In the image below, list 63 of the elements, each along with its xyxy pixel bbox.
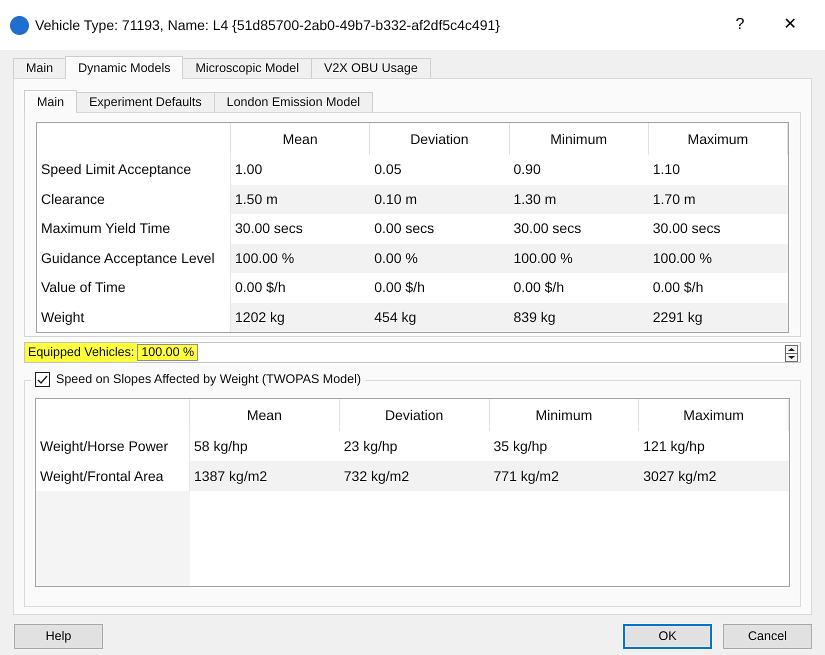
row-header: Speed Limit Acceptance [37,155,231,184]
table-cell-text: 0.00 $/h [512,278,566,298]
window-title: Vehicle Type: 71193, Name: L4 {51d85700-2ab0-49b7-b332-af2df5c4c491} [35,16,500,35]
table-cell-text: 30.00 secs [652,219,722,238]
column-header: Mean [231,123,370,155]
column-header: Mean [190,399,340,431]
table-cell-text: 58 kg/hp [193,436,249,456]
table-cell: 771 kg/m2 [490,461,640,491]
tab[interactable]: London Emission Model [214,92,374,112]
tab[interactable]: Dynamic Models [65,56,184,79]
column-header: Deviation [340,399,490,431]
tab[interactable]: Experiment Defaults [76,92,215,112]
app-logo-icon [10,16,29,34]
table-cell-text: 1.00 [234,160,264,180]
table-cell-text: 0.00 secs [373,219,436,238]
column-header: Maximum [648,123,788,155]
table-cell-text: 30.00 secs [512,219,582,238]
row-header: Weight/Horse Power [36,431,190,461]
table-cell-text: 0.05 [373,160,402,180]
row-header: Maximum Yield Time [37,214,231,244]
table-cell-text: 0.00 $/h [373,278,426,298]
table-cell: 100.00 % [231,244,370,273]
tab[interactable]: Main [13,58,66,78]
column-header: Maximum [639,399,789,431]
field-label: Equipped Vehicles: [25,343,138,362]
row-header: Value of Time [37,273,231,302]
checkbox-label: Speed on Slopes Affected by Weight (TWOPAS Model) [56,371,362,388]
checkbox[interactable] [35,372,50,387]
table-cell: 0.10 m [370,184,510,214]
column-header: Deviation [370,123,510,155]
column-header: Minimum [490,399,640,431]
table-cell: 454 kg [370,302,510,332]
table-cell: 100.00 % [510,244,649,273]
table-cell: 732 kg/m2 [340,461,490,491]
number-field[interactable]: 100.00 % [137,344,198,361]
table-cell: 1.30 m [510,184,649,214]
table-cell-text: 121 kg/hp [642,436,706,456]
dialog-button[interactable]: Cancel [723,624,812,649]
table-cell: 3027 kg/m2 [639,461,789,491]
table-cell: 0.00 % [370,244,510,273]
dialog-button[interactable]: OK [623,624,712,649]
table-cell-text: 0.90 [512,160,542,180]
table-cell: 1202 kg [231,302,370,332]
table-cell-text: 1.10 [652,160,681,180]
table-cell-text: 23 kg/hp [342,436,398,456]
table-cell: 1387 kg/m2 [190,461,340,491]
tab[interactable]: V2X OBU Usage [311,58,431,78]
spin-buttons[interactable] [785,344,798,361]
table-cell: 1.50 m [231,184,370,214]
table-cell: 100.00 % [648,244,788,273]
table-cell-text: 35 kg/hp [492,436,548,456]
table-cell-text: 0.00 $/h [652,278,704,298]
dialog-button[interactable]: Help [14,624,103,649]
table-cell: 839 kg [510,302,649,332]
table-cell: 1.70 m [648,184,788,214]
tab[interactable]: Main [24,90,78,113]
table-cell: 2291 kg [648,302,788,332]
table-cell-text: 0.00 $/h [234,278,287,298]
column-header: Minimum [510,123,649,155]
help-button[interactable]: ? [715,13,765,37]
tab[interactable]: Microscopic Model [182,58,312,78]
table-cell-text: 30.00 secs [234,219,304,238]
close-button[interactable]: ✕ [765,13,815,37]
